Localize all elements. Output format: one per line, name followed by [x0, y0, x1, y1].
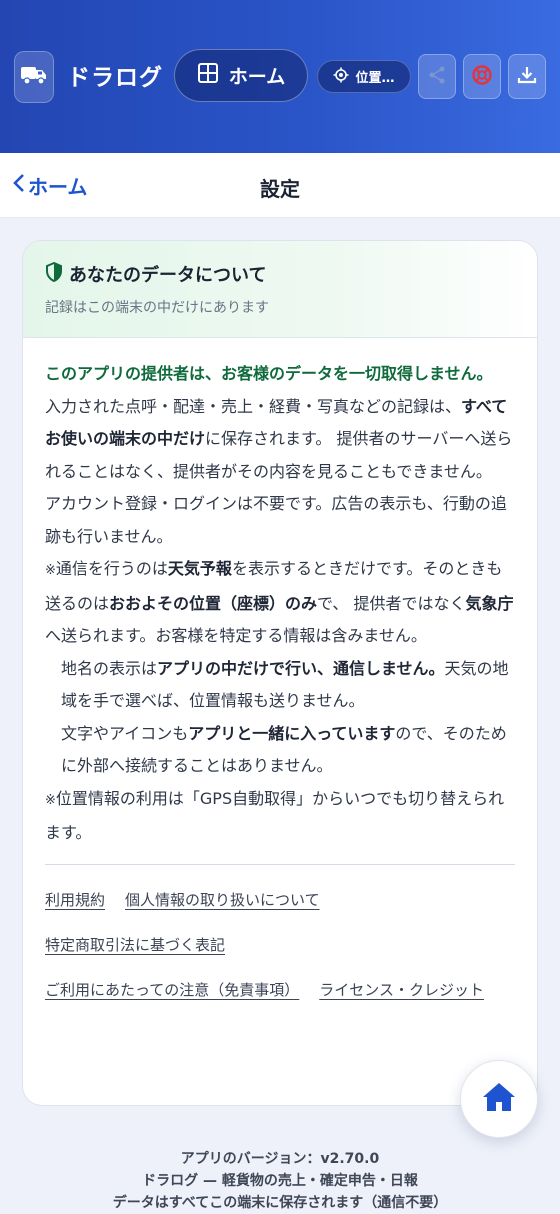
footer: アプリのバージョン：v2.70.0 ドラログ — 軽貨物の売上・確定申告・日報 … [0, 1148, 560, 1214]
support-button[interactable] [463, 54, 501, 99]
privacy-title-row: あなたのデータについて [45, 261, 515, 287]
page-title: 設定 [260, 177, 300, 201]
grid-icon [197, 62, 219, 89]
storage-note: データはすべてこの端末に保存されます（通信不要） [112, 1195, 448, 1211]
floating-home-button[interactable] [460, 1060, 538, 1138]
privacy-body: このアプリの提供者は、お客様のデータを一切取得しません。 入力された点呼・配達・… [23, 338, 537, 850]
location-button[interactable]: 位置… [317, 60, 411, 93]
disclaimer-link[interactable]: ご利用にあたっての注意（免責事項） [45, 979, 299, 1000]
nav-bar: ホーム 設定 [0, 153, 560, 218]
home-tab-button[interactable]: ホーム [174, 49, 308, 102]
home-tab-label: ホーム [228, 66, 286, 88]
legal-links: 利用規約 個人情報の取り扱いについて 特定商取引法に基づく表記 ご利用にあたって… [23, 865, 537, 1012]
privacy-title: あなたのデータについて [69, 265, 267, 286]
note-mark: ※ [45, 563, 56, 578]
privacy-paragraph-5: 文字やアイコンもアプリと一緒に入っていますので、そのために外部へ接続することはあ… [61, 723, 507, 776]
privacy-policy-link[interactable]: 個人情報の取り扱いについて [125, 889, 320, 910]
privacy-paragraph-4: 地名の表示はアプリの中だけで行い、通信しません。天気の地域を手で選べば、位置情報… [61, 658, 509, 711]
privacy-paragraph-1: 入力された点呼・配達・売上・経費・写真などの記録は、すべてお使いの端末の中だけに… [45, 396, 513, 481]
app-version: アプリのバージョン：v2.70.0 [180, 1151, 380, 1167]
share-icon [427, 65, 447, 89]
privacy-card-header: あなたのデータについて 記録はこの端末の中だけにあります [23, 241, 537, 338]
share-button[interactable] [418, 54, 456, 99]
download-button[interactable] [508, 54, 546, 99]
download-icon [517, 65, 537, 89]
tokushoho-link[interactable]: 特定商取引法に基づく表記 [45, 934, 225, 955]
license-link[interactable]: ライセンス・クレジット [319, 979, 484, 1000]
privacy-paragraph-3: ※通信を行うのは天気予報を表示するときだけです。そのときも送るのはおおよその位置… [45, 559, 514, 645]
app-title: ドラログ [67, 65, 163, 91]
app-header: ドラログ ホーム 位置… [0, 0, 560, 153]
home-icon [481, 1081, 517, 1117]
shield-icon [45, 261, 63, 287]
privacy-lead: このアプリの提供者は、お客様のデータを一切取得しません。 [45, 364, 493, 383]
truck-icon [20, 64, 48, 90]
note-mark: ※ [45, 792, 56, 808]
privacy-card: あなたのデータについて 記録はこの端末の中だけにあります このアプリの提供者は、… [22, 240, 538, 1106]
location-label: 位置… [355, 71, 395, 86]
location-icon [333, 67, 349, 87]
lifebuoy-icon [471, 64, 493, 90]
privacy-paragraph-2: アカウント登録・ログインは不要です。広告の表示も、行動の追跡も行いません。 [45, 494, 507, 546]
terms-link[interactable]: 利用規約 [45, 889, 105, 910]
privacy-paragraph-6: ※位置情報の利用は「GPS自動取得」からいつでも切り替えられます。 [45, 788, 505, 843]
privacy-subtitle: 記録はこの端末の中だけにあります [45, 300, 269, 316]
app-logo[interactable] [14, 51, 54, 103]
app-tagline: ドラログ — 軽貨物の売上・確定申告・日報 [142, 1173, 418, 1189]
